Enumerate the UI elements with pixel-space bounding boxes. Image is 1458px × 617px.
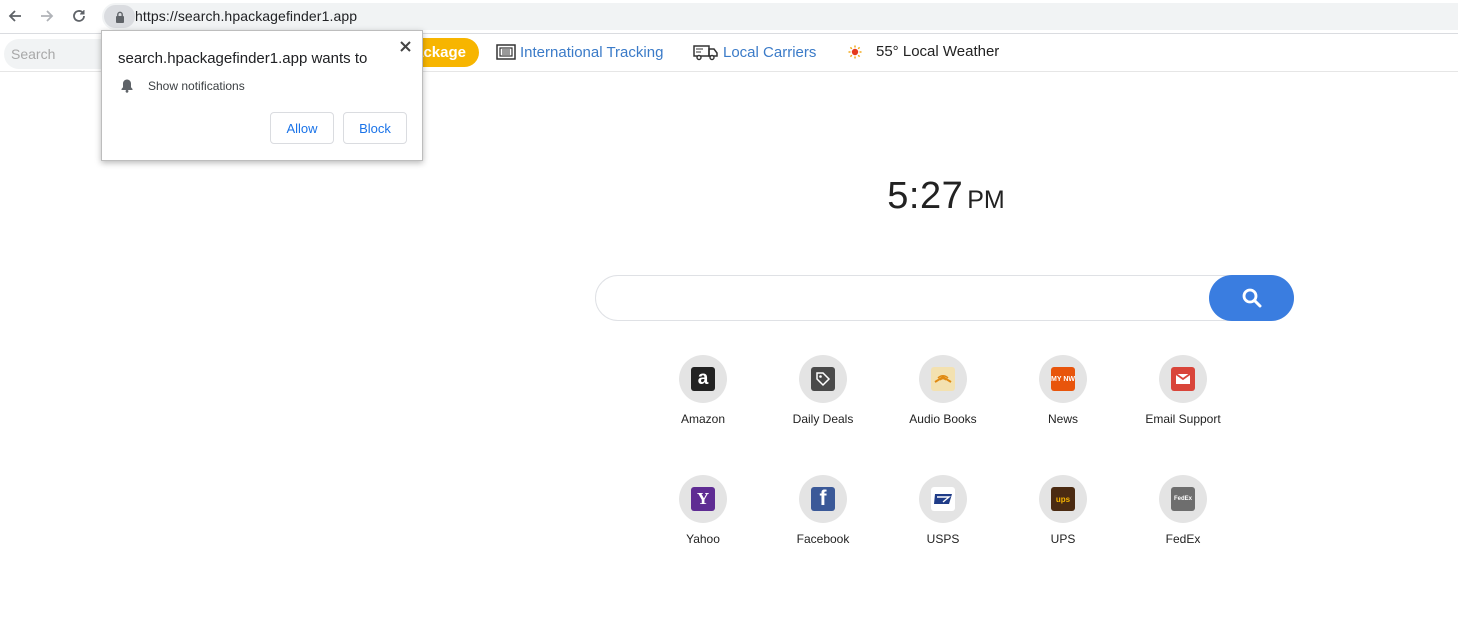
tile-daily-deals-circle (799, 355, 847, 403)
amazon-icon: a (691, 367, 715, 391)
fedex-icon: FedEx (1171, 487, 1195, 511)
back-arrow-icon (8, 10, 21, 22)
reload-icon (73, 10, 85, 22)
clock: 5:27 PM (846, 175, 1046, 218)
tile-email-support[interactable]: Email Support (1123, 355, 1243, 426)
tile-label: Email Support (1145, 412, 1221, 426)
reload-button[interactable] (67, 4, 91, 28)
tile-audio-books-circle (919, 355, 967, 403)
tile-label: Amazon (680, 412, 726, 426)
tile-facebook[interactable]: f Facebook (763, 475, 883, 546)
popup-close-button[interactable] (397, 38, 413, 54)
tile-ups[interactable]: ups UPS (1003, 475, 1123, 546)
main-search-input[interactable] (614, 284, 1204, 312)
tile-label: Audio Books (909, 412, 977, 426)
tile-label: Facebook (796, 532, 850, 546)
tile-daily-deals[interactable]: Daily Deals (763, 355, 883, 426)
local-carriers-label: Local Carriers (723, 43, 817, 61)
tile-ups-circle: ups (1039, 475, 1087, 523)
weather-sun-icon (847, 44, 863, 60)
close-icon (399, 40, 411, 52)
clock-time: 5:27 (887, 175, 964, 217)
tile-email-support-circle (1159, 355, 1207, 403)
weather-label: 55° Local Weather (876, 43, 1000, 60)
tile-news[interactable]: MY NW News (1003, 355, 1123, 426)
international-tracking-label: International Tracking (520, 43, 664, 61)
forward-arrow-icon (41, 10, 54, 22)
news-icon: MY NW (1051, 367, 1075, 391)
tile-fedex-circle: FedEx (1159, 475, 1207, 523)
international-tracking-link[interactable]: International Tracking (496, 43, 663, 61)
audible-icon (931, 367, 955, 391)
tile-label: UPS (1050, 532, 1076, 546)
popup-title: search.hpackagefinder1.app wants to (118, 50, 368, 67)
back-button[interactable] (3, 4, 27, 28)
yahoo-icon: Y (691, 487, 715, 511)
allow-button[interactable]: Allow (270, 112, 334, 144)
address-bar[interactable]: https://search.hpackagefinder1.app (102, 3, 1458, 30)
block-button[interactable]: Block (343, 112, 407, 144)
gmail-icon (1171, 367, 1195, 391)
browser-window: https://search.hpackagefinder1.app ackag… (0, 0, 1458, 617)
tile-facebook-circle: f (799, 475, 847, 523)
popup-description: Show notifications (148, 79, 245, 93)
tile-label: Yahoo (686, 532, 720, 546)
tag-icon (811, 367, 835, 391)
usps-icon (931, 487, 955, 511)
main-search-box (595, 275, 1294, 321)
tracking-icon (496, 43, 516, 61)
lock-icon (115, 11, 124, 23)
tile-usps-circle (919, 475, 967, 523)
url-text: https://search.hpackagefinder1.app (135, 8, 358, 24)
tile-audio-books[interactable]: Audio Books (883, 355, 1003, 426)
notification-permission-popup: search.hpackagefinder1.app wants to Show… (101, 30, 423, 161)
facebook-icon: f (811, 487, 835, 511)
tile-amazon[interactable]: a Amazon (643, 355, 763, 426)
local-weather-link[interactable]: 55° Local Weather (847, 43, 999, 60)
tile-fedex[interactable]: FedEx FedEx (1123, 475, 1243, 546)
tile-label: Daily Deals (792, 412, 854, 426)
tile-yahoo-circle: Y (679, 475, 727, 523)
search-button[interactable] (1209, 275, 1294, 321)
tile-label: News (1047, 412, 1078, 426)
forward-button[interactable] (35, 4, 59, 28)
clock-ampm: PM (967, 186, 1005, 214)
toolbar-search-input[interactable] (4, 39, 114, 69)
tile-label: FedEx (1165, 532, 1201, 546)
tile-amazon-circle: a (679, 355, 727, 403)
ups-icon: ups (1051, 487, 1075, 511)
search-icon (1242, 288, 1261, 308)
truck-icon (693, 43, 719, 61)
tile-news-circle: MY NW (1039, 355, 1087, 403)
bell-icon (120, 78, 134, 98)
local-carriers-link[interactable]: Local Carriers (693, 43, 816, 61)
tile-yahoo[interactable]: Y Yahoo (643, 475, 763, 546)
site-info-button[interactable] (104, 5, 135, 28)
tile-label: USPS (926, 532, 960, 546)
tile-usps[interactable]: USPS (883, 475, 1003, 546)
browser-toolbar: https://search.hpackagefinder1.app (0, 0, 1458, 34)
